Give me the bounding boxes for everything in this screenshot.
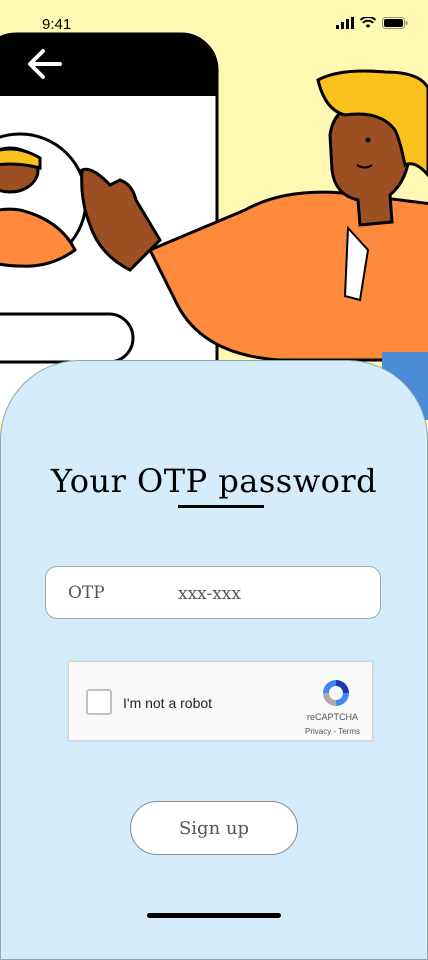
status-time: 9:41 — [42, 16, 72, 33]
hero-illustration — [0, 0, 428, 420]
form-sheet — [0, 360, 428, 960]
arrow-left-icon[interactable] — [26, 48, 62, 80]
status-bar: 9:41 — [0, 0, 428, 40]
recaptcha-links[interactable]: Privacy - Terms — [305, 727, 360, 736]
battery-icon — [382, 17, 408, 29]
recaptcha-widget: I'm not a robot reCAPTCHA Privacy - Term… — [68, 661, 373, 741]
home-indicator — [147, 913, 281, 918]
signup-button[interactable]: Sign up — [130, 801, 298, 855]
otp-field[interactable]: OTP — [45, 566, 381, 619]
otp-input[interactable] — [176, 577, 370, 611]
signal-icon — [336, 17, 354, 29]
illustration — [0, 32, 428, 420]
recaptcha-checkbox[interactable] — [86, 689, 112, 715]
page-title: Your OTP password — [50, 462, 378, 500]
wifi-icon — [360, 17, 376, 28]
title-underline — [178, 505, 264, 508]
status-icons — [336, 17, 408, 29]
otp-label: OTP — [68, 583, 105, 603]
recaptcha-brand: reCAPTCHA — [306, 712, 358, 722]
recaptcha-label: I'm not a robot — [123, 695, 213, 711]
recaptcha-logo-icon — [323, 680, 349, 706]
